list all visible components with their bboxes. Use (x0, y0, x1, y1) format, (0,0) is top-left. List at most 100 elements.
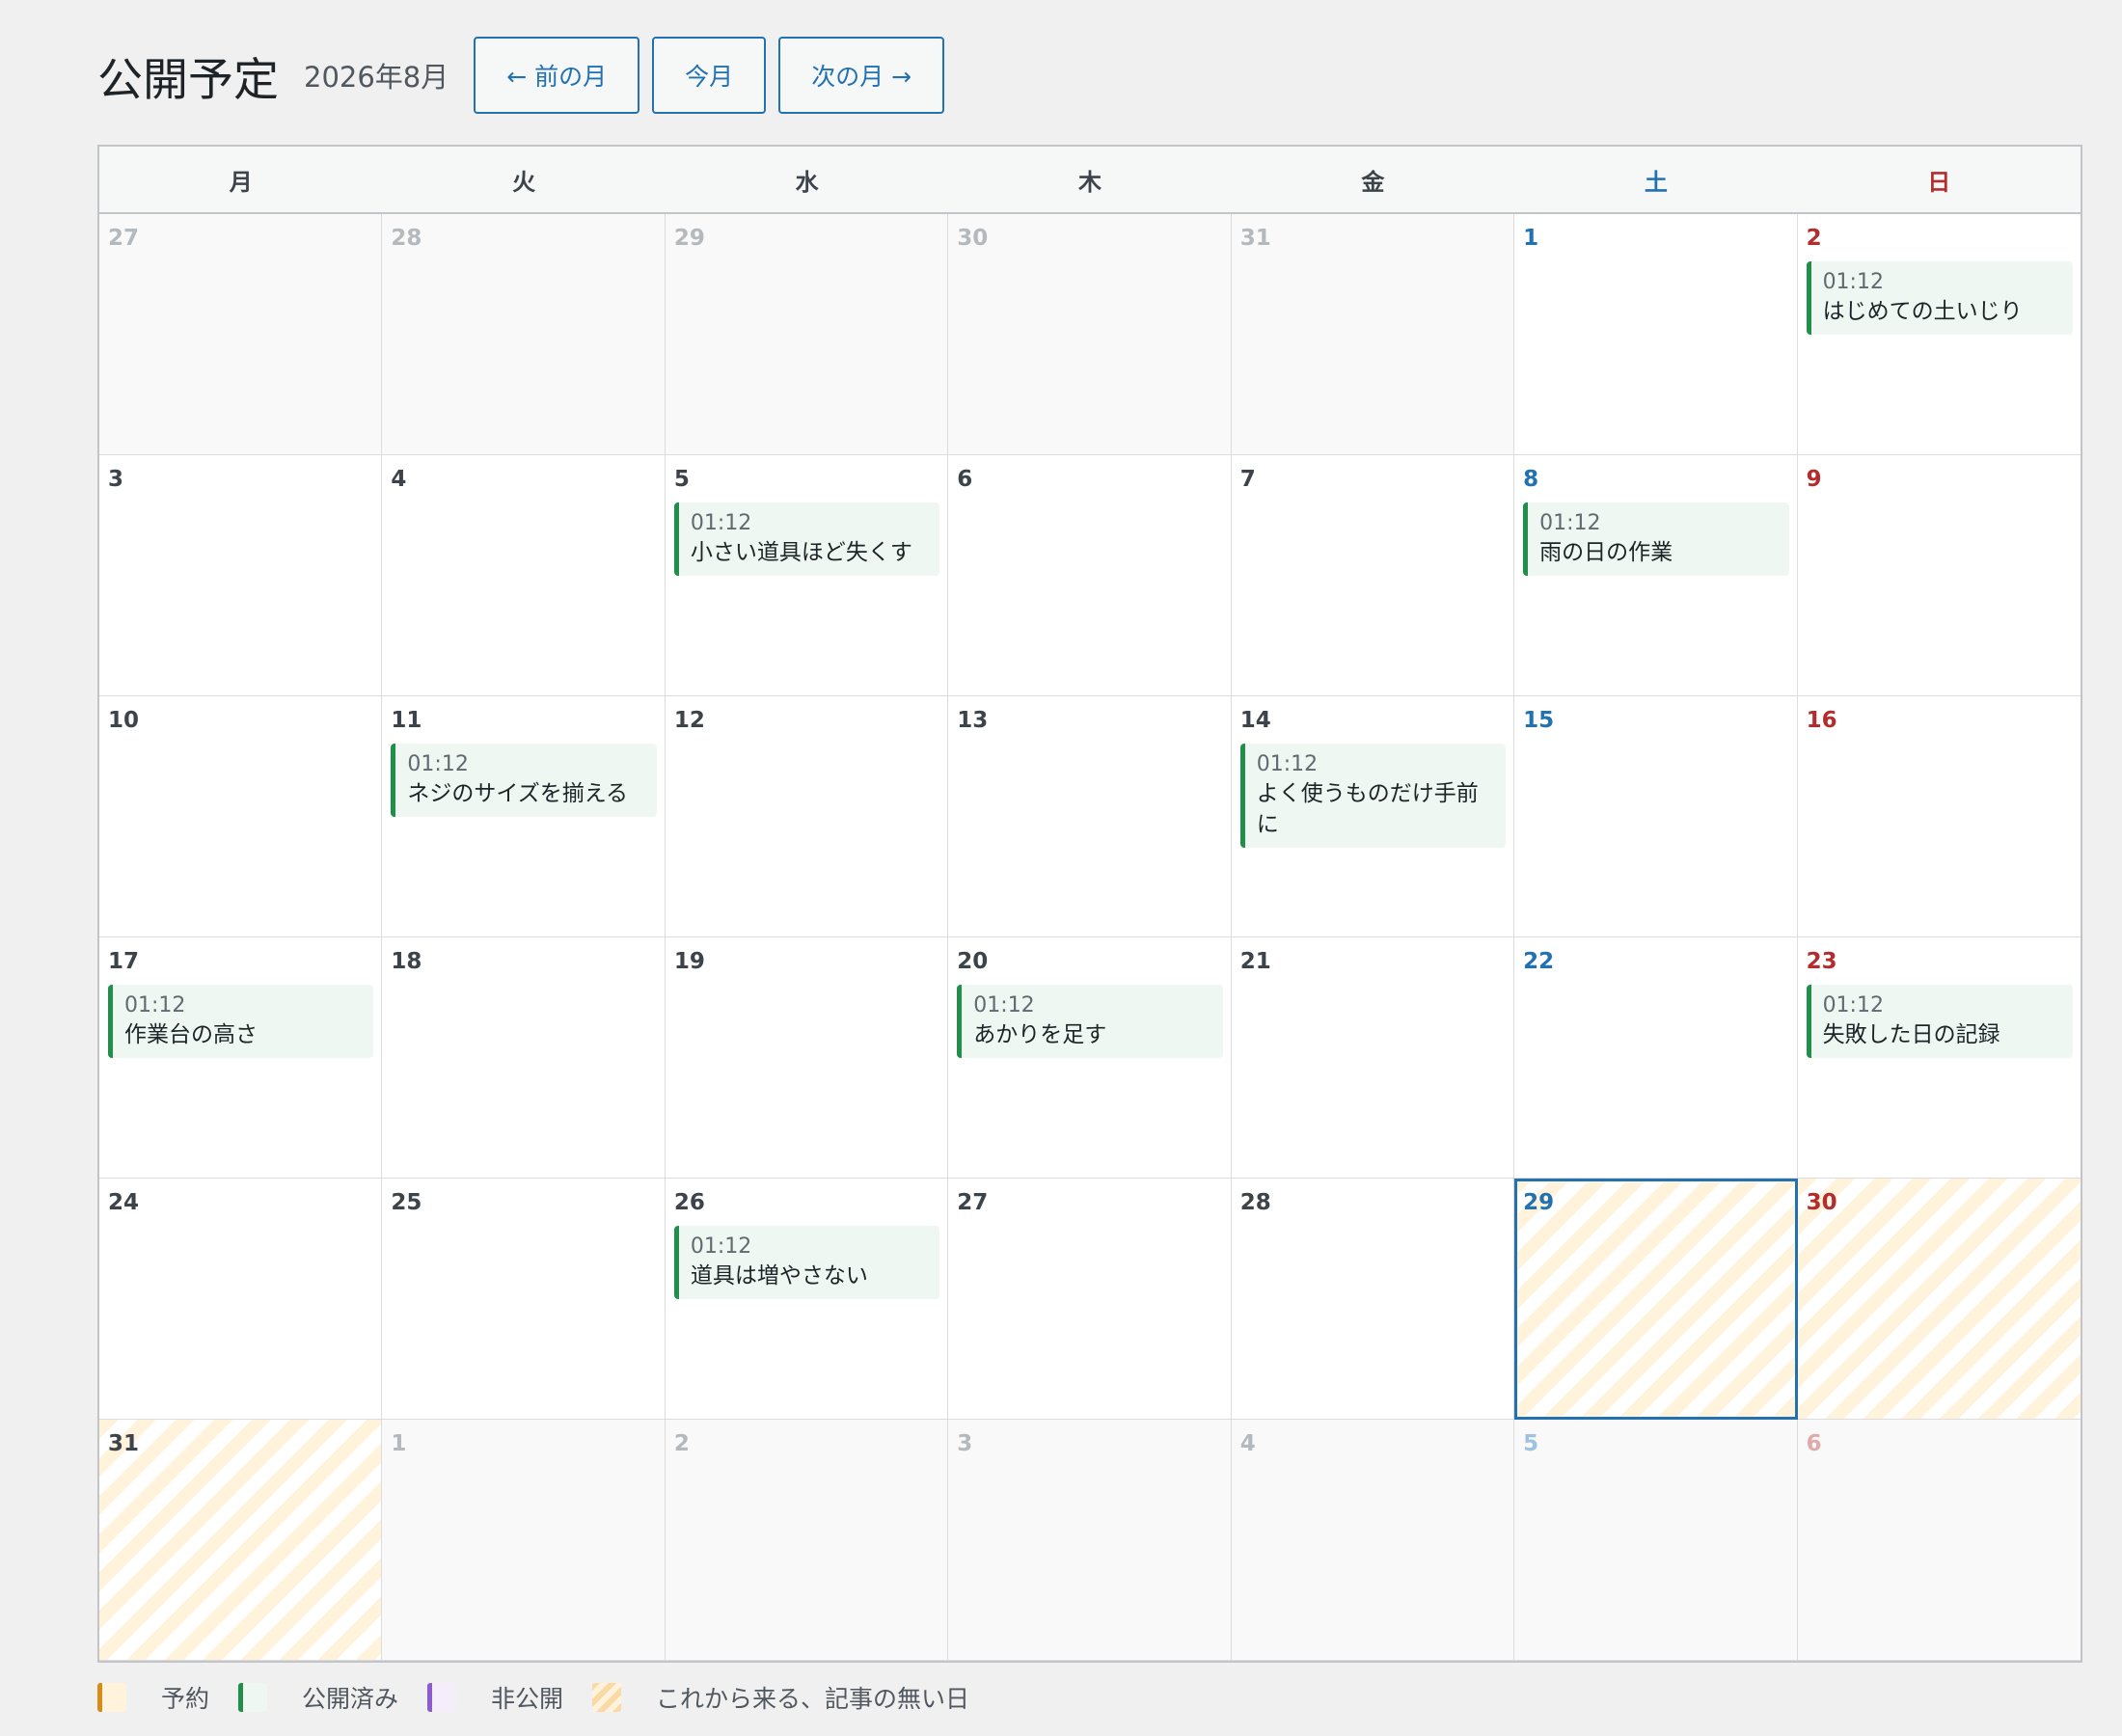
calendar-day[interactable]: 23 01:12 失敗した日の記録 (1797, 937, 2081, 1179)
calendar-day[interactable]: 2 01:12 はじめての土いじり (1797, 214, 2081, 455)
event-title: ネジのサイズを揃える (407, 781, 629, 806)
day-number: 7 (1239, 467, 1256, 492)
day-number: 14 (1239, 708, 1271, 733)
next-month-button[interactable]: 次の月 → (778, 37, 945, 114)
calendar-day[interactable]: 3 (948, 1420, 1232, 1661)
calendar-day[interactable]: 14 01:12 よく使うものだけ手前に (1231, 696, 1515, 937)
day-number: 2 (673, 1431, 690, 1456)
day-number: 24 (108, 1190, 140, 1215)
weekday-sun: 日 (1927, 168, 1951, 196)
calendar-day[interactable]: 30 (1797, 1179, 2081, 1420)
calendar-day[interactable]: 16 (1797, 696, 2081, 937)
calendar-day[interactable]: 8 01:12 雨の日の作業 (1514, 455, 1798, 696)
day-number: 6 (1806, 1431, 1822, 1456)
legend-swatch-private (427, 1683, 457, 1712)
calendar-day[interactable]: 7 (1231, 455, 1515, 696)
weekday-thu: 木 (1077, 168, 1102, 196)
calendar-day[interactable]: 28 (1231, 1179, 1515, 1420)
post-event[interactable]: 01:12 雨の日の作業 (1523, 502, 1789, 576)
event-title: はじめての土いじり (1822, 299, 2023, 324)
day-number: 5 (1523, 1431, 1539, 1456)
calendar-day-today[interactable]: 29 (1514, 1179, 1798, 1420)
day-number: 15 (1523, 708, 1555, 733)
day-number: 2 (1806, 226, 1822, 251)
event-title: 作業台の高さ (124, 1022, 258, 1047)
calendar-day[interactable]: 26 01:12 道具は増やさない (665, 1179, 949, 1420)
legend-label: 予約 (161, 1685, 210, 1713)
event-time: 01:12 (1256, 752, 1319, 776)
event-title: あかりを足す (973, 1022, 1107, 1047)
day-number: 22 (1523, 949, 1555, 974)
calendar-day[interactable]: 15 (1514, 696, 1798, 937)
calendar-day[interactable]: 28 (382, 214, 666, 455)
day-number: 4 (1239, 1431, 1256, 1456)
post-event[interactable]: 01:12 ネジのサイズを揃える (391, 744, 657, 817)
day-number: 31 (108, 1431, 140, 1456)
calendar-page: 公開予定 2026年8月 ← 前の月 今月 次の月 → 月 火 水 木 金 土 … (97, 37, 2082, 1663)
prev-month-button[interactable]: ← 前の月 (474, 37, 640, 114)
calendar-day[interactable]: 11 01:12 ネジのサイズを揃える (382, 696, 666, 937)
event-title: 道具は増やさない (690, 1263, 868, 1288)
day-number: 30 (1806, 1190, 1837, 1215)
calendar-day[interactable]: 3 (99, 455, 383, 696)
calendar-day[interactable]: 30 (948, 214, 1232, 455)
calendar-day[interactable]: 1 (1514, 214, 1798, 455)
calendar-day[interactable]: 22 (1514, 937, 1798, 1179)
calendar-day[interactable]: 13 (948, 696, 1232, 937)
post-event[interactable]: 01:12 あかりを足す (957, 985, 1223, 1058)
calendar-weeks: 27 28 29 30 31 1 2 01:12 はじめての土いじり 3 4 5 01:12 小さい道具ほ… (99, 214, 2081, 1661)
calendar-day[interactable]: 5 01:12 小さい道具ほど失くす (665, 455, 949, 696)
calendar-day[interactable]: 31 (1231, 214, 1515, 455)
day-number: 3 (108, 467, 124, 492)
legend-label: これから来る、記事の無い日 (656, 1685, 970, 1713)
calendar-grid: 月 火 水 木 金 土 日 27 28 29 30 31 1 2 01:12 はじめての土いじり… (97, 145, 2082, 1663)
calendar-day[interactable]: 20 01:12 あかりを足す (948, 937, 1232, 1179)
day-number: 28 (391, 226, 422, 251)
calendar-day[interactable]: 24 (99, 1179, 383, 1420)
calendar-day[interactable]: 21 (1231, 937, 1515, 1179)
calendar-day[interactable]: 4 (1231, 1420, 1515, 1661)
legend-item-scheduled: 予約 (97, 1680, 209, 1715)
calendar-day[interactable]: 1 (382, 1420, 666, 1661)
calendar-day[interactable]: 10 (99, 696, 383, 937)
post-event[interactable]: 01:12 小さい道具ほど失くす (673, 502, 940, 576)
legend: 予約 公開済み 非公開 これから来る、記事の無い日 (97, 1680, 998, 1715)
event-time: 01:12 (1822, 270, 1884, 294)
calendar-day[interactable]: 12 (665, 696, 949, 937)
legend-swatch-future (592, 1683, 622, 1712)
day-number: 29 (1523, 1190, 1555, 1215)
post-event[interactable]: 01:12 はじめての土いじり (1806, 261, 2073, 335)
calendar-day[interactable]: 6 (948, 455, 1232, 696)
calendar-day[interactable]: 5 (1514, 1420, 1798, 1661)
post-event[interactable]: 01:12 よく使うものだけ手前に (1239, 744, 1507, 848)
day-number: 12 (673, 708, 705, 733)
current-month-label: 2026年8月 (304, 61, 449, 94)
calendar-day[interactable]: 29 (665, 214, 949, 455)
day-number: 31 (1239, 226, 1271, 251)
day-number: 1 (391, 1431, 407, 1456)
calendar-day[interactable]: 25 (382, 1179, 666, 1420)
legend-item-private: 非公開 (427, 1680, 563, 1715)
day-number: 26 (673, 1190, 705, 1215)
post-event[interactable]: 01:12 作業台の高さ (108, 985, 374, 1058)
calendar-day[interactable]: 4 (382, 455, 666, 696)
calendar-day[interactable]: 19 (665, 937, 949, 1179)
weekday-mon: 月 (229, 168, 253, 196)
legend-label: 公開済み (302, 1685, 399, 1713)
this-month-button[interactable]: 今月 (652, 37, 767, 114)
calendar-day[interactable]: 9 (1797, 455, 2081, 696)
calendar-day[interactable]: 6 (1797, 1420, 2081, 1661)
legend-item-published: 公開済み (238, 1680, 398, 1715)
event-time: 01:12 (1822, 993, 1884, 1017)
calendar-day[interactable]: 17 01:12 作業台の高さ (99, 937, 383, 1179)
calendar-day[interactable]: 18 (382, 937, 666, 1179)
calendar-day[interactable]: 27 (99, 214, 383, 455)
calendar-day[interactable]: 31 (99, 1420, 383, 1661)
post-event[interactable]: 01:12 道具は増やさない (673, 1226, 940, 1299)
calendar-day[interactable]: 27 (948, 1179, 1232, 1420)
post-event[interactable]: 01:12 失敗した日の記録 (1806, 985, 2073, 1058)
day-number: 13 (957, 708, 989, 733)
calendar-day[interactable]: 2 (665, 1420, 949, 1661)
day-number: 28 (1239, 1190, 1271, 1215)
day-number: 6 (957, 467, 973, 492)
